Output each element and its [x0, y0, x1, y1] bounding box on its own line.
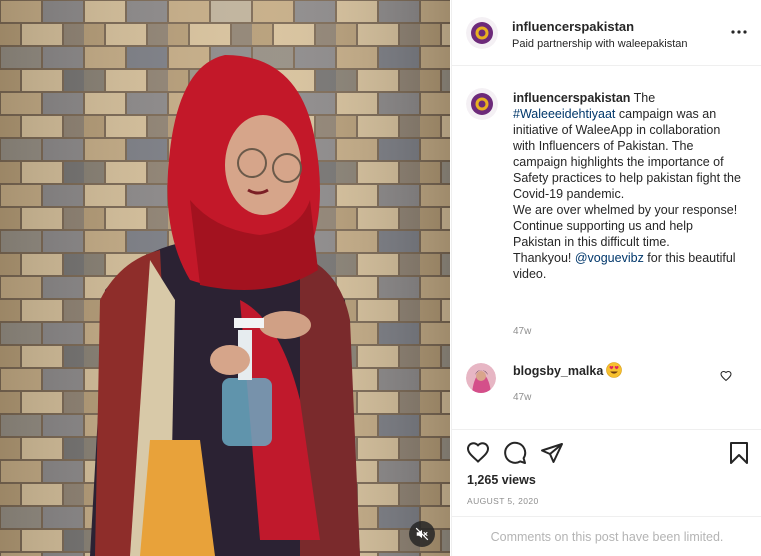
caption-part: The: [630, 91, 656, 105]
speaker-muted-icon: [415, 527, 429, 541]
post-video[interactable]: [0, 0, 450, 556]
user-avatar-image: [466, 363, 496, 393]
like-button[interactable]: [466, 441, 490, 468]
post-date[interactable]: AUGUST 5, 2020: [467, 496, 539, 506]
commenter-avatar[interactable]: [466, 363, 496, 393]
action-bar: 1,265 views AUGUST 5, 2020: [452, 429, 761, 515]
comments-area[interactable]: influencerspakistan The #Waleeeidehtiyaa…: [452, 67, 761, 429]
heart-icon: [720, 370, 732, 382]
more-horizontal-icon: [731, 30, 747, 34]
bookmark-icon: [730, 442, 748, 464]
heart-eyes-emoji: [606, 362, 622, 383]
comment-like-button[interactable]: [720, 369, 732, 387]
caption-part: Thankyou!: [513, 251, 575, 265]
header-username[interactable]: influencerspakistan: [512, 19, 634, 34]
share-button[interactable]: [540, 441, 564, 470]
brand-logo-icon: [466, 88, 498, 120]
caption-username[interactable]: influencerspakistan: [513, 91, 630, 105]
heart-icon: [466, 442, 490, 463]
paid-partnership-label[interactable]: Paid partnership with waleepakistan: [512, 38, 688, 50]
save-button[interactable]: [728, 441, 750, 470]
caption-part: campaign was an initiative of WaleeApp i…: [513, 107, 741, 201]
comment-button[interactable]: [503, 441, 527, 470]
post-header: influencerspakistan Paid partnership wit…: [452, 0, 761, 66]
caption-text: influencerspakistan The #Waleeeidehtiyaa…: [513, 90, 743, 282]
mute-button[interactable]: [409, 521, 435, 547]
paper-plane-icon: [541, 443, 563, 463]
comment-username[interactable]: blogsby_malka: [513, 364, 603, 378]
comments-limited-notice: Comments on this post have been limited.: [452, 516, 761, 556]
caption-part: We are over whelmed by your response! Co…: [513, 203, 738, 249]
brand-logo-icon: [466, 17, 498, 49]
video-frame: [0, 0, 450, 556]
mention-link[interactable]: @voguevibz: [575, 251, 644, 265]
view-count[interactable]: 1,265 views: [467, 473, 536, 487]
hashtag-link[interactable]: #Waleeeidehtiyaat: [513, 107, 615, 121]
more-options-button[interactable]: [729, 22, 749, 42]
caption-avatar[interactable]: [466, 88, 498, 120]
post-side-panel: influencerspakistan Paid partnership wit…: [451, 0, 761, 556]
caption-timestamp[interactable]: 47w: [513, 326, 531, 337]
comment-timestamp[interactable]: 47w: [513, 392, 531, 403]
comment-icon: [504, 441, 527, 464]
avatar[interactable]: [466, 17, 498, 49]
